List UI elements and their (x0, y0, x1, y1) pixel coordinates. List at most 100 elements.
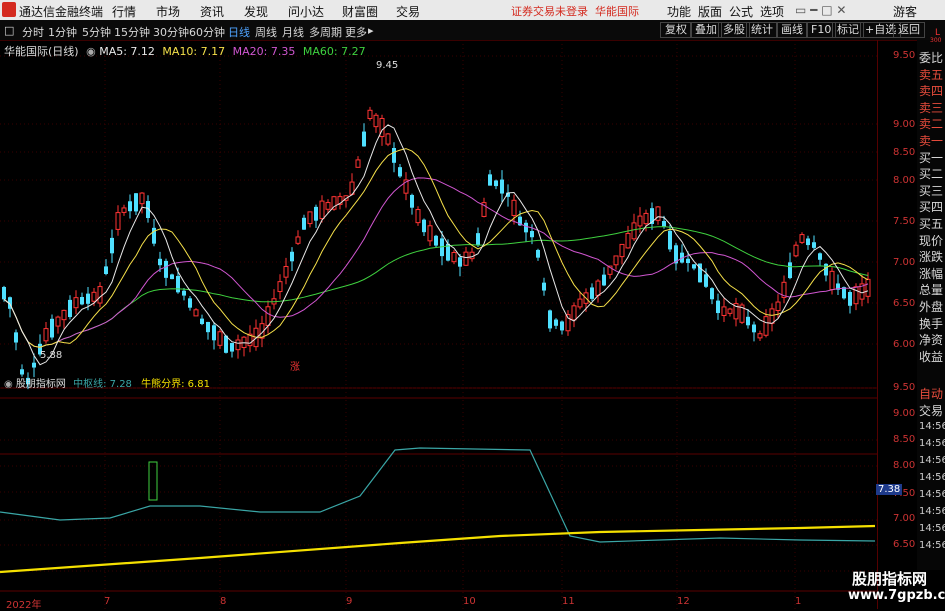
menu-hangqing[interactable]: 行情 (112, 3, 136, 20)
candle-body (193, 309, 199, 317)
indicator-toggle-icon[interactable]: ◉ (4, 379, 13, 390)
trade-time: 14:56 (919, 438, 945, 449)
menu-zixun[interactable]: 资讯 (200, 3, 224, 20)
indicator-header: ◉ 股朋指标网 中枢线: 7.28 牛熊分界: 6.81 (4, 375, 210, 390)
period-more[interactable]: 更多 (345, 24, 367, 40)
sidebar-item: 收益 (919, 349, 944, 364)
candle-body (668, 230, 672, 250)
ind-tick: 7.00 (893, 513, 916, 524)
candle-body (806, 238, 810, 246)
candle-body (631, 222, 637, 240)
candle-body (230, 342, 234, 352)
period-monthly[interactable]: 月线 (282, 24, 304, 40)
candle-body (307, 211, 313, 225)
ind-tick: 8.50 (893, 434, 916, 445)
watermark-url: www.7gpzb.com (848, 588, 945, 603)
candle-body (637, 215, 643, 227)
candle-body (853, 286, 859, 305)
period-1min[interactable]: 1分钟 (48, 24, 77, 40)
x-label: 1 (795, 596, 802, 607)
btn-fuquan[interactable]: 复权 (660, 22, 692, 38)
candle-body (577, 298, 583, 308)
candle-body (848, 292, 852, 306)
menu-gongshi[interactable]: 公式 (729, 3, 753, 20)
checkbox-icon[interactable]: □ (4, 24, 14, 37)
kline-chart[interactable] (0, 40, 877, 609)
menu-bar: 通达信金融终端 行情 市场 资讯 发现 问小达 财富圈 交易 证券交易未登录 华… (0, 0, 945, 20)
menu-gongneng[interactable]: 功能 (667, 3, 691, 20)
ma20-label: MA20: 7.35 (232, 45, 296, 58)
trade-time: 14:56 (919, 506, 945, 517)
period-30min[interactable]: 30分钟 (153, 24, 189, 40)
candle-body (554, 319, 558, 326)
candle-body (560, 321, 564, 331)
low-annotation: 5.88 (40, 350, 63, 361)
candle-body (793, 244, 799, 257)
candle-body (799, 234, 805, 243)
period-60min[interactable]: 60分钟 (189, 24, 225, 40)
candle-body (392, 148, 396, 163)
candle-body (571, 305, 577, 321)
ma5-label: MA5: 7.12 (99, 45, 155, 58)
candle-body (55, 316, 61, 327)
sidebar-lower-item[interactable]: 交易 (919, 402, 943, 419)
period-15min[interactable]: 15分钟 (114, 24, 150, 40)
candle-body (763, 316, 769, 336)
sidebar-lower-item[interactable]: 自动 (919, 385, 943, 402)
btn-fanhui[interactable]: 返回 (893, 22, 925, 38)
btn-huaxian[interactable]: 画线 (776, 22, 808, 38)
menu-jiaoyi[interactable]: 交易 (396, 3, 420, 20)
ind-tick: 6.50 (893, 539, 916, 550)
signal-box (148, 461, 158, 501)
candle-body (265, 306, 271, 326)
price-tick: 8.00 (893, 175, 916, 186)
x-label: 7 (104, 596, 111, 607)
candle-body (43, 328, 49, 342)
more-arrow-icon[interactable]: ▸ (368, 24, 374, 37)
menu-shichang[interactable]: 市场 (156, 3, 180, 20)
candle-body (494, 180, 498, 187)
trade-time: 14:56 (919, 540, 945, 551)
candle-body (217, 331, 223, 346)
candle-body (385, 133, 391, 145)
login-notice[interactable]: 证券交易未登录 华能国际 (511, 3, 639, 19)
period-fenshi[interactable]: 分时 (22, 24, 44, 40)
candle-body (68, 299, 72, 318)
candle-body (710, 288, 714, 300)
period-multi[interactable]: 多周期 (309, 24, 342, 40)
menu-banmian[interactable]: 版面 (698, 3, 722, 20)
ma20-line (3, 177, 869, 348)
btn-tongji[interactable]: 统计 (746, 22, 778, 38)
period-5min[interactable]: 5分钟 (82, 24, 111, 40)
candle-body (721, 306, 727, 316)
sidebar-item: 净资 (919, 333, 944, 348)
price-tick: 7.00 (893, 257, 916, 268)
guest-label[interactable]: 游客 (893, 3, 917, 20)
candle-body (410, 194, 414, 208)
candle-body (542, 282, 546, 291)
menu-wenxiaoda[interactable]: 问小达 (288, 3, 324, 20)
price-tick: 6.50 (893, 298, 916, 309)
window-buttons-icon[interactable]: ▭ ━ □ ✕ (795, 3, 846, 17)
indicator-menu-icon[interactable]: ◉ (86, 45, 96, 58)
candle-body (704, 274, 708, 287)
menu-xuanxiang[interactable]: 选项 (760, 3, 784, 20)
zhongshu-label: 中枢线: 7.28 (73, 379, 132, 390)
candle-body (235, 339, 241, 351)
candle-body (182, 290, 186, 296)
candle-body (427, 225, 433, 242)
app-logo-icon (2, 2, 16, 17)
menu-faxian[interactable]: 发现 (244, 3, 268, 20)
candle-body (86, 293, 90, 304)
candle-body (206, 321, 210, 333)
menu-caifuquan[interactable]: 财富圈 (342, 3, 378, 20)
candle-body (548, 310, 552, 329)
candle-body (73, 297, 79, 309)
indicator-value-badge: 7.38 (876, 484, 903, 495)
candle-body (434, 235, 438, 246)
period-weekly[interactable]: 周线 (255, 24, 277, 40)
watermark-title: 股朋指标网 (852, 570, 928, 588)
period-toolbar: □ 分时 1分钟 5分钟 15分钟 30分钟 60分钟 日线 周线 月线 多周期… (0, 20, 945, 41)
candle-body (97, 286, 103, 304)
period-daily[interactable]: 日线 (228, 24, 250, 40)
